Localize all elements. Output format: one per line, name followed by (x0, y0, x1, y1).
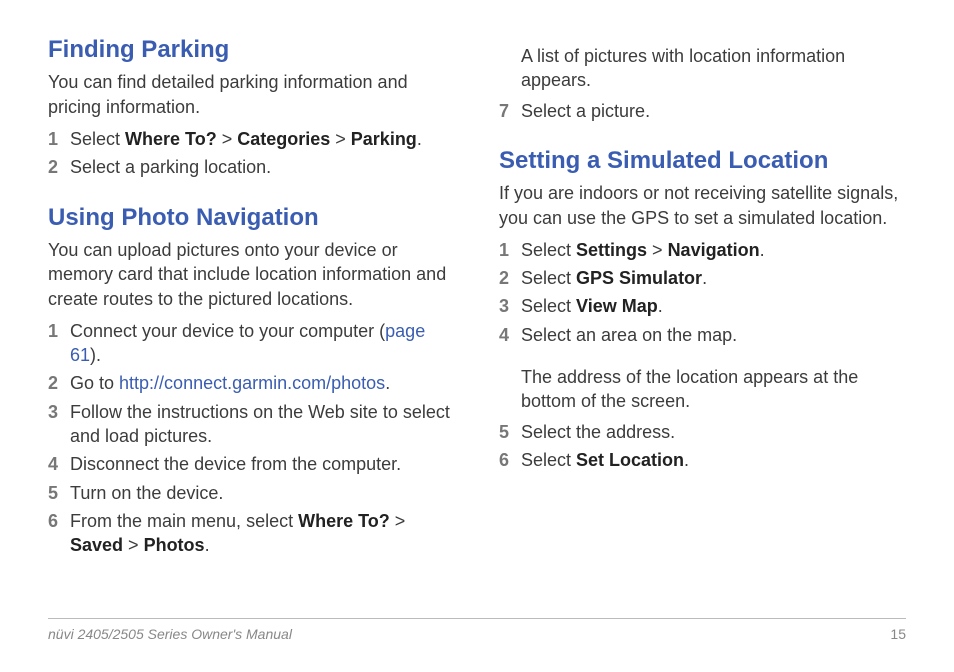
intro-photo-navigation: You can upload pictures onto your device… (48, 238, 455, 311)
step-number: 7 (499, 99, 521, 123)
sl-step-5: 5 Select the address. (499, 420, 906, 444)
text: Select (70, 129, 125, 149)
step-body: Follow the instructions on the Web site … (70, 400, 455, 449)
text: . (205, 535, 210, 555)
bold-photos: Photos (144, 535, 205, 555)
step-number: 2 (48, 155, 70, 179)
text: From the main menu, select (70, 511, 298, 531)
sl-step-2: 2 Select GPS Simulator. (499, 266, 906, 290)
text: . (658, 296, 663, 316)
sl-after-step4: The address of the location appears at t… (521, 365, 906, 414)
sl-step-6: 6 Select Set Location. (499, 448, 906, 472)
text: Select (521, 240, 576, 260)
bold-view-map: View Map (576, 296, 658, 316)
step-body: Connect your device to your computer (pa… (70, 319, 455, 368)
step-body: Select an area on the map. (521, 323, 906, 347)
step-number: 3 (499, 294, 521, 318)
text: . (684, 450, 689, 470)
step-number: 4 (48, 452, 70, 476)
bold-categories: Categories (237, 129, 330, 149)
intro-simulated-location: If you are indoors or not receiving sate… (499, 181, 906, 230)
link-garmin-photos[interactable]: http://connect.garmin.com/photos (119, 373, 385, 393)
bold-settings: Settings (576, 240, 647, 260)
sl-step-4: 4 Select an area on the map. (499, 323, 906, 347)
step-body: Turn on the device. (70, 481, 455, 505)
two-column-layout: Finding Parking You can find detailed pa… (48, 34, 906, 562)
text: . (702, 268, 707, 288)
text: > (123, 535, 144, 555)
intro-finding-parking: You can find detailed parking informatio… (48, 70, 455, 119)
text: ). (90, 345, 101, 365)
bold-gps-simulator: GPS Simulator (576, 268, 702, 288)
right-column: A list of pictures with location informa… (499, 34, 906, 562)
sl-step-1: 1 Select Settings > Navigation. (499, 238, 906, 262)
step-number: 2 (499, 266, 521, 290)
text: > (330, 129, 351, 149)
text: > (217, 129, 238, 149)
step-body: Disconnect the device from the computer. (70, 452, 455, 476)
pn-step-1: 1 Connect your device to your computer (… (48, 319, 455, 368)
step-number: 4 (499, 323, 521, 347)
step-number: 5 (48, 481, 70, 505)
bold-set-location: Set Location (576, 450, 684, 470)
bold-parking: Parking (351, 129, 417, 149)
text: . (385, 373, 390, 393)
pn-step-3: 3 Follow the instructions on the Web sit… (48, 400, 455, 449)
text: > (390, 511, 406, 531)
page-footer: nüvi 2405/2505 Series Owner's Manual 15 (48, 618, 906, 644)
left-column: Finding Parking You can find detailed pa… (48, 34, 455, 562)
step-body: Select View Map. (521, 294, 906, 318)
step-number: 5 (499, 420, 521, 444)
sl-step-3: 3 Select View Map. (499, 294, 906, 318)
step-body: Select Where To? > Categories > Parking. (70, 127, 455, 151)
step-body: Select the address. (521, 420, 906, 444)
heading-photo-navigation: Using Photo Navigation (48, 202, 455, 234)
text: Go to (70, 373, 119, 393)
bold-navigation: Navigation (668, 240, 760, 260)
bold-where-to: Where To? (125, 129, 217, 149)
pn-continuation-text: A list of pictures with location informa… (521, 44, 906, 93)
page-number: 15 (890, 625, 906, 644)
text: > (647, 240, 668, 260)
pn-step-2: 2 Go to http://connect.garmin.com/photos… (48, 371, 455, 395)
text: Select (521, 450, 576, 470)
pn-step-4: 4 Disconnect the device from the compute… (48, 452, 455, 476)
text: . (417, 129, 422, 149)
step-number: 3 (48, 400, 70, 424)
step-number: 6 (499, 448, 521, 472)
bold-saved: Saved (70, 535, 123, 555)
step-number: 1 (48, 319, 70, 343)
pn-step-5: 5 Turn on the device. (48, 481, 455, 505)
step-number: 1 (499, 238, 521, 262)
manual-page: Finding Parking You can find detailed pa… (0, 0, 954, 672)
text: Select (521, 268, 576, 288)
text: . (760, 240, 765, 260)
step-body: Select Set Location. (521, 448, 906, 472)
pn-step-7: 7 Select a picture. (499, 99, 906, 123)
step-number: 2 (48, 371, 70, 395)
step-body: From the main menu, select Where To? > S… (70, 509, 455, 558)
footer-title: nüvi 2405/2505 Series Owner's Manual (48, 625, 292, 644)
step-body: Select Settings > Navigation. (521, 238, 906, 262)
step-number: 6 (48, 509, 70, 533)
step-body: Go to http://connect.garmin.com/photos. (70, 371, 455, 395)
text: Connect your device to your computer ( (70, 321, 385, 341)
heading-finding-parking: Finding Parking (48, 34, 455, 66)
step-body: Select GPS Simulator. (521, 266, 906, 290)
heading-simulated-location: Setting a Simulated Location (499, 145, 906, 177)
step-body: Select a picture. (521, 99, 906, 123)
bold-where-to: Where To? (298, 511, 390, 531)
fp-step-2: 2 Select a parking location. (48, 155, 455, 179)
fp-step-1: 1 Select Where To? > Categories > Parkin… (48, 127, 455, 151)
text: Select (521, 296, 576, 316)
step-body: Select a parking location. (70, 155, 455, 179)
step-number: 1 (48, 127, 70, 151)
pn-step-6: 6 From the main menu, select Where To? >… (48, 509, 455, 558)
